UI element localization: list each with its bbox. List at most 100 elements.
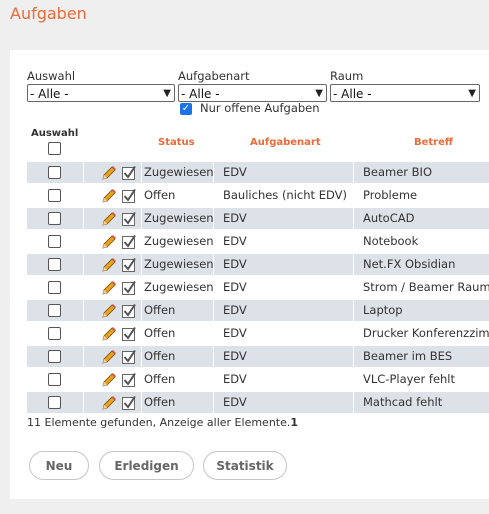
statistics-button[interactable]: Statistik	[203, 451, 287, 480]
status-text: Zugewiesen	[144, 257, 214, 271]
status-text: Zugewiesen	[144, 165, 214, 179]
betreff-text[interactable]: Probleme	[363, 188, 489, 202]
status-text: Zugewiesen	[144, 211, 214, 225]
aufgabenart-text: EDV	[223, 349, 247, 363]
auswahl-select-value: - Alle -	[30, 87, 69, 101]
row-select-checkbox[interactable]	[48, 281, 61, 294]
row-select-checkbox[interactable]	[48, 350, 61, 363]
aufgabenart-text: EDV	[223, 303, 247, 317]
checkmark-icon[interactable]	[121, 165, 137, 181]
new-button[interactable]: Neu	[29, 451, 89, 480]
pencil-icon[interactable]	[100, 302, 118, 320]
chevron-down-icon: ▼	[468, 88, 476, 99]
row-select-checkbox[interactable]	[48, 373, 61, 386]
page-number[interactable]: 1	[290, 416, 298, 429]
aufgabenart-text: Bauliches (nicht EDV) ...	[223, 188, 351, 202]
filter-aufgabenart: Aufgabenart - Alle - ▼	[178, 69, 327, 102]
row-select-checkbox[interactable]	[48, 212, 61, 225]
betreff-text[interactable]: Notebook	[363, 234, 489, 248]
checkmark-icon[interactable]	[121, 234, 137, 250]
status-text: Zugewiesen	[144, 280, 214, 294]
raum-select[interactable]: - Alle - ▼	[330, 84, 480, 102]
status-text: Offen	[144, 303, 176, 317]
row-select-checkbox[interactable]	[48, 189, 61, 202]
row-select-checkbox[interactable]	[48, 235, 61, 248]
chevron-down-icon: ▼	[163, 88, 171, 99]
betreff-text[interactable]: Beamer im BES	[363, 349, 489, 363]
aufgabenart-text: EDV	[223, 257, 247, 271]
checkmark-icon[interactable]	[121, 372, 137, 388]
filter-auswahl-label: Auswahl	[27, 69, 76, 83]
row-select-checkbox[interactable]	[48, 327, 61, 340]
aufgabenart-select-value: - Alle -	[181, 87, 220, 101]
filter-raum-label: Raum	[330, 69, 364, 83]
aufgabenart-text: EDV	[223, 395, 247, 409]
select-all-checkbox[interactable]	[48, 142, 61, 155]
row-select-checkbox[interactable]	[48, 396, 61, 409]
betreff-text[interactable]: Net.FX Obsidian	[363, 257, 489, 271]
status-text: Zugewiesen	[144, 234, 214, 248]
filter-auswahl: Auswahl - Alle - ▼	[27, 69, 175, 102]
result-count-text: 11 Elemente gefunden, Anzeige aller Elem…	[27, 416, 291, 429]
pencil-icon[interactable]	[100, 371, 118, 389]
aufgabenart-text: EDV	[223, 280, 247, 294]
checkmark-icon[interactable]	[121, 395, 137, 411]
status-text: Offen	[144, 395, 176, 409]
open-only-checkbox[interactable]: ✓	[180, 103, 192, 115]
checkmark-icon[interactable]	[121, 303, 137, 319]
betreff-text[interactable]: AutoCAD	[363, 211, 489, 225]
table-row: Offen Bauliches (nicht EDV) ... Probleme	[27, 184, 489, 207]
checkmark-icon[interactable]	[121, 326, 137, 342]
row-select-checkbox[interactable]	[48, 304, 61, 317]
status-text: Offen	[144, 326, 176, 340]
tasks-panel: Auswahl - Alle - ▼ Aufgabenart - Alle - …	[10, 50, 489, 499]
betreff-text[interactable]: Beamer BIO	[363, 165, 489, 179]
table-row: Offen EDV Beamer im BES	[27, 345, 489, 368]
pencil-icon[interactable]	[100, 325, 118, 343]
aufgabenart-text: EDV	[223, 234, 247, 248]
filter-raum: Raum - Alle - ▼	[330, 69, 480, 102]
table-row: Zugewiesen EDV Strom / Beamer Raum 3	[27, 276, 489, 299]
checkmark-icon[interactable]	[121, 257, 137, 273]
table-row: Zugewiesen EDV Net.FX Obsidian	[27, 253, 489, 276]
pencil-icon[interactable]	[100, 210, 118, 228]
status-text: Offen	[144, 349, 176, 363]
aufgabenart-text: EDV	[223, 372, 247, 386]
checkmark-icon[interactable]	[121, 280, 137, 296]
aufgabenart-text: EDV	[223, 211, 247, 225]
task-table: Zugewiesen EDV Beamer BIO Offen Bauliches (n…	[27, 161, 489, 414]
aufgabenart-text: EDV	[223, 165, 247, 179]
table-row: Offen EDV Mathcad fehlt	[27, 391, 489, 414]
pencil-icon[interactable]	[100, 187, 118, 205]
status-text: Offen	[144, 372, 176, 386]
checkmark-icon[interactable]	[121, 188, 137, 204]
table-row: Zugewiesen EDV Beamer BIO	[27, 161, 489, 184]
betreff-text[interactable]: Mathcad fehlt	[363, 395, 489, 409]
row-select-checkbox[interactable]	[48, 258, 61, 271]
column-header-betreff[interactable]: Betreff	[414, 137, 453, 148]
table-row: Offen EDV Drucker Konferenzzimmer	[27, 322, 489, 345]
pencil-icon[interactable]	[100, 233, 118, 251]
page-title: Aufgaben	[10, 4, 87, 23]
status-text: Offen	[144, 188, 176, 202]
aufgabenart-select[interactable]: - Alle - ▼	[178, 84, 327, 102]
pencil-icon[interactable]	[100, 279, 118, 297]
betreff-text[interactable]: Laptop	[363, 303, 489, 317]
betreff-text[interactable]: Drucker Konferenzzimmer	[363, 326, 489, 340]
pencil-icon[interactable]	[100, 394, 118, 412]
column-header-auswahl: Auswahl	[31, 128, 79, 139]
column-header-aufgabenart[interactable]: Aufgabenart	[250, 137, 321, 148]
aufgabenart-text: EDV	[223, 326, 247, 340]
pencil-icon[interactable]	[100, 164, 118, 182]
row-select-checkbox[interactable]	[48, 166, 61, 179]
auswahl-select[interactable]: - Alle - ▼	[27, 84, 175, 102]
pencil-icon[interactable]	[100, 256, 118, 274]
checkmark-icon[interactable]	[121, 349, 137, 365]
checkmark-icon[interactable]	[121, 211, 137, 227]
pencil-icon[interactable]	[100, 348, 118, 366]
table-row: Offen EDV VLC-Player fehlt	[27, 368, 489, 391]
column-header-status[interactable]: Status	[158, 137, 195, 148]
betreff-text[interactable]: Strom / Beamer Raum 3	[363, 280, 489, 294]
betreff-text[interactable]: VLC-Player fehlt	[363, 372, 489, 386]
complete-button[interactable]: Erledigen	[99, 451, 194, 480]
